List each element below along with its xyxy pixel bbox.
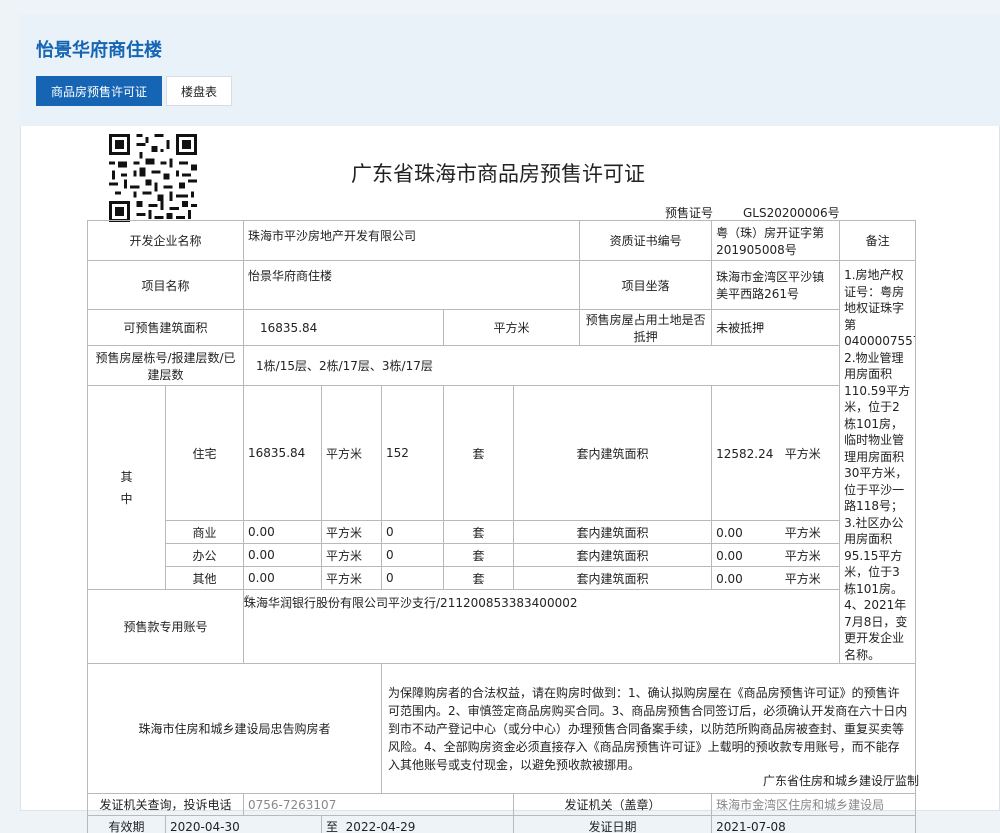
use-area: 0.00 — [243, 566, 323, 590]
complaint-phone: 0756-7263107 — [243, 793, 515, 816]
project-label: 项目名称 — [86, 260, 245, 310]
use-area: 0.00 — [243, 543, 323, 567]
use-count: 0 — [381, 543, 445, 567]
inner-area: 0.00 平方米 — [711, 566, 841, 590]
permit-no-label: 预售证号 — [665, 206, 714, 220]
use-unit: 平方米 — [321, 385, 383, 521]
qualification-label: 资质证书编号 — [579, 220, 713, 261]
tab-presale-permit[interactable]: 商品房预售许可证 — [36, 76, 163, 106]
land-mortgage-label: 预售房屋占用土地是否抵押 — [579, 309, 713, 346]
use-count: 152 — [381, 385, 445, 521]
use-count-unit: 套 — [443, 385, 515, 521]
use-type: 住宅 — [164, 385, 245, 521]
valid-from: 2020-04-30 — [164, 815, 323, 833]
inner-area-label: 套内建筑面积 — [513, 520, 713, 544]
supervisor-note: 广东省住房和城乡建设厅监制 — [762, 774, 919, 788]
complaint-label: 发证机关查询，投诉电话 — [86, 793, 245, 816]
issue-date: 2021-07-08 — [711, 815, 917, 833]
header: 怡景华府商住楼 商品房预售许可证 楼盘表 — [20, 14, 1000, 126]
inner-area: 0.00 平方米 — [711, 543, 841, 567]
buildings-value: 1栋/15层、2栋/17层、3栋/17层 — [243, 345, 841, 386]
use-area: 0.00 — [243, 520, 323, 544]
project-title: 怡景华府商住楼 — [36, 40, 162, 61]
use-area: 16835.84 — [243, 385, 323, 521]
among-label: 其中 — [87, 385, 166, 590]
use-count: 0 — [381, 566, 445, 590]
tab-bar: 商品房预售许可证 楼盘表 — [36, 76, 236, 106]
remark-text: 1.房地产权证号：粤房地权证珠字第0400007557； 2.物业管理用房面积1… — [839, 260, 917, 664]
account-field[interactable]: 珠海华润银行股份有限公司平沙支行/211200853383400002 ⁄⁄ — [243, 589, 841, 664]
qr-code-icon — [109, 134, 197, 222]
use-type: 商业 — [164, 520, 245, 544]
certificate-sheet: 广东省珠海市商品房预售许可证 预售证号 GLS20200006号 开发企业名称 … — [20, 126, 1000, 833]
inner-area: 12582.24 平方米 — [711, 385, 841, 521]
developer-value: 珠海市平沙房地产开发有限公司 — [243, 220, 581, 261]
inner-area-label: 套内建筑面积 — [513, 385, 713, 521]
buildings-label: 预售房屋栋号/报建层数/已建层数 — [86, 345, 245, 386]
use-count-unit: 套 — [443, 520, 515, 544]
inner-area-label: 套内建筑面积 — [513, 566, 713, 590]
use-row: 办公 0.00 平方米 0 套 套内建筑面积 0.00 平方米 — [88, 543, 916, 567]
resize-handle-icon[interactable]: ⁄⁄ — [245, 594, 826, 657]
notice-label: 珠海市住房和城乡建设局忠告购房者 — [86, 663, 383, 794]
qualification-value: 粤（珠）房开证字第201905008号 — [711, 220, 841, 261]
developer-label: 开发企业名称 — [86, 220, 245, 261]
permit-table: 开发企业名称 珠海市平沙房地产开发有限公司 资质证书编号 粤（珠）房开证字第20… — [86, 220, 917, 833]
use-row: 其他 0.00 平方米 0 套 套内建筑面积 0.00 平方米 — [88, 566, 916, 590]
certificate-title: 广东省珠海市商品房预售许可证 — [351, 162, 645, 186]
project-value: 怡景华府商住楼 — [243, 260, 581, 310]
use-count-unit: 套 — [443, 543, 515, 567]
location-value: 珠海市金湾区平沙镇美平西路261号 — [711, 260, 841, 310]
area-label: 可预售建筑面积 — [86, 309, 245, 346]
use-count: 0 — [381, 520, 445, 544]
valid-to: 至 2022-04-29 — [321, 815, 515, 833]
use-unit: 平方米 — [321, 543, 383, 567]
use-row: 其中 住宅 16835.84 平方米 152 套 套内建筑面积 12582.24… — [87, 385, 916, 590]
inner-area: 0.00 平方米 — [711, 520, 841, 544]
use-type: 办公 — [164, 543, 245, 567]
use-row: 商业 0.00 平方米 0 套 套内建筑面积 0.00 平方米 — [88, 520, 916, 544]
use-unit: 平方米 — [321, 566, 383, 590]
area-value: 16835.84 — [243, 309, 445, 346]
remark-label: 备注 — [839, 220, 917, 261]
inner-area-label: 套内建筑面积 — [513, 543, 713, 567]
land-mortgage-value: 未被抵押 — [711, 309, 841, 346]
issue-date-label: 发证日期 — [513, 815, 713, 833]
tab-building-table[interactable]: 楼盘表 — [166, 76, 233, 106]
location-label: 项目坐落 — [579, 260, 713, 310]
issuer-label: 发证机关（盖章） — [513, 793, 713, 816]
area-unit: 平方米 — [443, 309, 581, 346]
use-count-unit: 套 — [443, 566, 515, 590]
permit-no: GLS20200006号 — [743, 206, 840, 220]
issuer-value: 珠海市金湾区住房和城乡建设局 — [711, 793, 917, 816]
valid-label: 有效期 — [87, 815, 166, 833]
use-unit: 平方米 — [321, 520, 383, 544]
account-label: 预售款专用账号 — [86, 589, 245, 664]
use-type: 其他 — [164, 566, 245, 590]
